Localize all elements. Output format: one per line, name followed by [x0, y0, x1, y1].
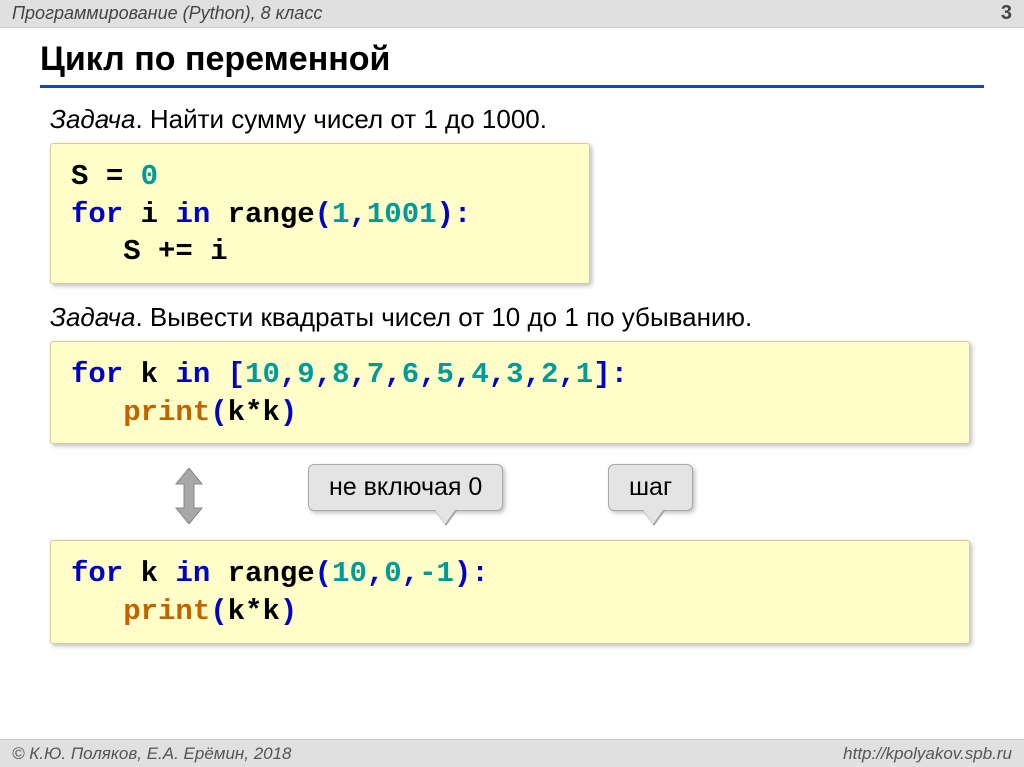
code-block-3: for k in range(10,0,-1): print(k*k) — [50, 540, 970, 643]
task-1: Задача. Найти сумму чисел от 1 до 1000. — [50, 104, 996, 135]
callout-2-text: шаг — [629, 473, 672, 501]
task-2: Задача. Вывести квадраты чисел от 10 до … — [50, 302, 996, 333]
task-1-label: Задача — [50, 104, 135, 134]
footer-url: http://kpolyakov.spb.ru — [843, 744, 1012, 764]
footer-bar: © К.Ю. Поляков, Е.А. Ерёмин, 2018 http:/… — [0, 739, 1024, 767]
annotation-row: не включая 0 шаг — [50, 462, 970, 534]
slide-content: Задача. Найти сумму чисел от 1 до 1000. … — [50, 96, 996, 662]
course-title: Программирование (Python), 8 класс — [12, 3, 322, 24]
callout-step: шаг — [608, 464, 693, 511]
footer-copyright: © К.Ю. Поляков, Е.А. Ерёмин, 2018 — [12, 744, 292, 764]
task-2-text: . Вывести квадраты чисел от 10 до 1 по у… — [135, 302, 752, 332]
callout-not-including-zero: не включая 0 — [308, 464, 503, 511]
code-block-2: for k in [10,9,8,7,6,5,4,3,2,1]: print(k… — [50, 341, 970, 444]
slide: Программирование (Python), 8 класс 3 Цик… — [0, 0, 1024, 767]
slide-title: Цикл по переменной — [40, 40, 984, 88]
callout-1-text: не включая 0 — [329, 473, 482, 501]
equivalence-arrow-icon — [172, 468, 206, 524]
code-block-1: S = 0 for i in range(1,1001): S += i — [50, 143, 590, 284]
task-1-text: . Найти сумму чисел от 1 до 1000. — [135, 104, 547, 134]
page-number: 3 — [1001, 2, 1012, 25]
task-2-label: Задача — [50, 302, 135, 332]
header-bar: Программирование (Python), 8 класс 3 — [0, 0, 1024, 28]
